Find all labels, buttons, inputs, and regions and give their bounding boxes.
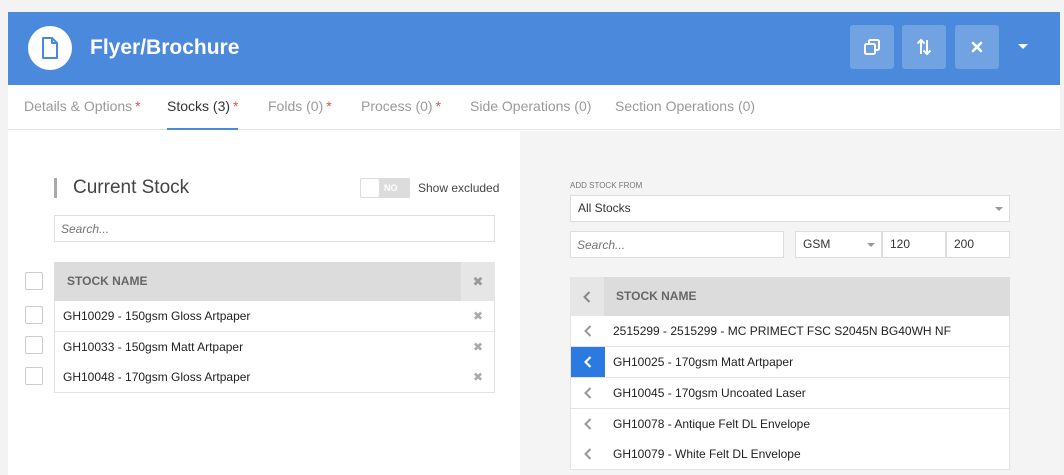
remove-all-icon[interactable]: ✖	[461, 262, 495, 301]
stock-name: GH10048 - 170gsm Gloss Artpaper	[63, 370, 251, 384]
current-stock-search-input[interactable]	[54, 215, 495, 242]
chevron-left-icon	[584, 418, 592, 430]
weight-unit-select[interactable]: GSM	[795, 231, 882, 258]
remove-icon[interactable]: ✖	[461, 301, 495, 331]
add-stock-panel: ADD STOCK FROM All Stocks GSM 120 200 ST…	[520, 131, 1060, 475]
tab-folds[interactable]: Folds (0) *	[268, 85, 332, 130]
document-icon	[28, 26, 72, 70]
stock-name: GH10045 - 170gsm Uncoated Laser	[613, 386, 806, 400]
add-stock-button[interactable]	[571, 347, 605, 377]
tab-section-operations[interactable]: Section Operations (0)	[615, 85, 755, 130]
show-excluded-toggle[interactable]: NO	[360, 178, 410, 198]
add-stock-from-label: ADD STOCK FROM	[570, 181, 643, 190]
chevron-left-icon	[584, 387, 592, 399]
add-stock-button[interactable]	[571, 439, 605, 469]
tab-bar: Details & Options * Stocks (3) * Folds (0)…	[8, 85, 1060, 130]
toggle-knob	[361, 179, 379, 197]
chevron-left-icon	[584, 448, 592, 460]
copy-icon	[864, 39, 880, 55]
tab-stocks[interactable]: Stocks (3) *	[167, 85, 239, 130]
table-row[interactable]: GH10078 - Antique Felt DL Envelope	[570, 409, 1010, 440]
table-row[interactable]: GH10079 - White Felt DL Envelope	[570, 439, 1010, 470]
remove-icon[interactable]: ✖	[461, 332, 495, 362]
chevron-down-icon	[867, 243, 875, 247]
chevron-left-icon	[584, 356, 592, 368]
add-stock-button[interactable]	[571, 409, 605, 439]
chevron-left-icon	[583, 290, 591, 303]
stock-name-column-header[interactable]: STOCK NAME	[67, 262, 147, 301]
table-row[interactable]: GH10025 - 170gsm Matt Artpaper	[570, 347, 1010, 378]
row-checkbox[interactable]	[25, 336, 43, 354]
table-row[interactable]: 2515299 - 2515299 - MC PRIMECT FSC S2045…	[570, 316, 1010, 347]
close-button[interactable]	[955, 25, 999, 69]
stock-source-value: All Stocks	[578, 201, 631, 215]
stock-name: GH10079 - White Felt DL Envelope	[613, 447, 801, 461]
copy-button[interactable]	[850, 25, 894, 69]
modal-frame: Flyer/Brochure Details & Options * Stock…	[8, 12, 1060, 475]
current-stock-table-header: STOCK NAME ✖	[54, 262, 495, 301]
stock-name: GH10029 - 150gsm Gloss Artpaper	[63, 309, 251, 323]
chevron-down-icon	[995, 207, 1003, 211]
max-weight-input[interactable]: 200	[946, 231, 1010, 258]
add-stock-button[interactable]	[571, 316, 605, 346]
header-bar: Flyer/Brochure	[8, 12, 1060, 85]
toggle-label: NO	[384, 183, 398, 193]
row-checkbox[interactable]	[25, 306, 43, 324]
min-weight-input[interactable]: 120	[882, 231, 946, 258]
add-all-button[interactable]	[570, 277, 604, 316]
select-all-checkbox[interactable]	[25, 272, 43, 290]
stock-source-select[interactable]: All Stocks	[570, 195, 1010, 222]
page-title: Flyer/Brochure	[90, 36, 240, 59]
add-stock-search-input[interactable]	[570, 231, 784, 258]
tab-side-operations[interactable]: Side Operations (0)	[470, 85, 591, 130]
tab-details-options[interactable]: Details & Options *	[24, 85, 141, 130]
chevron-left-icon	[584, 325, 592, 337]
current-stock-title: Current Stock	[54, 178, 189, 198]
row-checkbox[interactable]	[25, 367, 43, 385]
table-row[interactable]: GH10033 - 150gsm Matt Artpaper ✖	[54, 332, 495, 363]
stock-name: GH10025 - 170gsm Matt Artpaper	[613, 355, 794, 369]
add-stock-table-header: STOCK NAME	[570, 277, 1010, 316]
weight-unit-value: GSM	[803, 237, 831, 251]
close-icon	[971, 41, 983, 53]
tab-process[interactable]: Process (0) *	[361, 85, 441, 130]
table-row[interactable]: GH10045 - 170gsm Uncoated Laser	[570, 378, 1010, 409]
chevron-down-icon[interactable]	[1014, 38, 1032, 56]
stock-name-column-header[interactable]: STOCK NAME	[616, 277, 696, 316]
current-stock-panel: Current Stock NO Show excluded STOCK NAM…	[8, 131, 520, 475]
table-row[interactable]: GH10029 - 150gsm Gloss Artpaper ✖	[54, 301, 495, 332]
remove-icon[interactable]: ✖	[461, 362, 495, 392]
sort-button[interactable]	[902, 25, 946, 69]
stock-name: 2515299 - 2515299 - MC PRIMECT FSC S2045…	[613, 324, 951, 338]
show-excluded-label: Show excluded	[418, 181, 500, 195]
stock-name: GH10033 - 150gsm Matt Artpaper	[63, 340, 244, 354]
sort-icon	[916, 38, 932, 56]
table-row[interactable]: GH10048 - 170gsm Gloss Artpaper ✖	[54, 362, 495, 393]
stock-name: GH10078 - Antique Felt DL Envelope	[613, 417, 811, 431]
add-stock-button[interactable]	[571, 378, 605, 408]
